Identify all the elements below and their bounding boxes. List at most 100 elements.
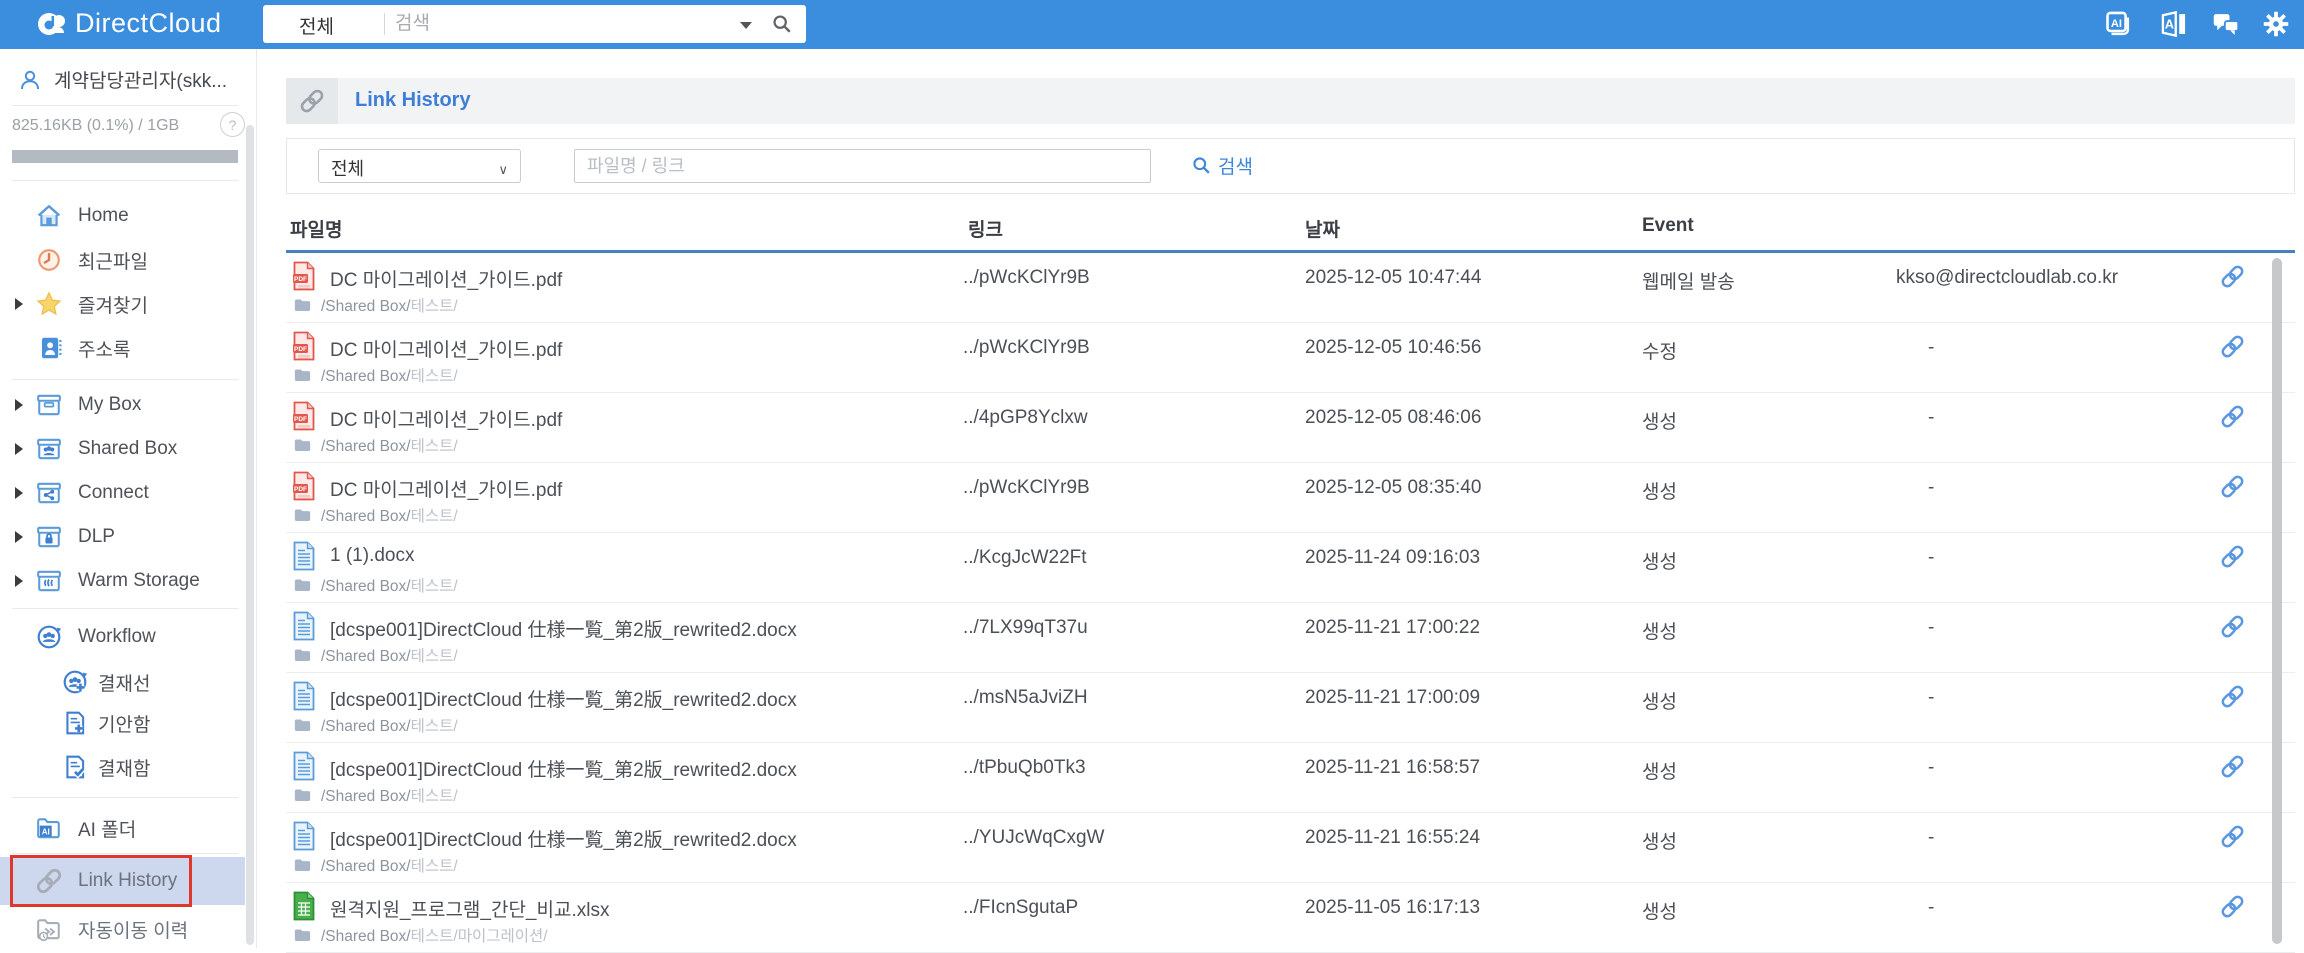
sidebar-item-label: Connect bbox=[78, 482, 149, 503]
docx-file-icon bbox=[292, 541, 316, 571]
table-scrollbar[interactable] bbox=[2272, 258, 2282, 944]
cloud-logo-icon bbox=[38, 12, 65, 35]
search-divider bbox=[384, 13, 385, 35]
sidebar-item-recent-files[interactable]: 최근파일 bbox=[0, 238, 245, 282]
sidebar-item-workflow[interactable]: Workflow bbox=[0, 615, 245, 659]
file-name[interactable]: 1 (1).docx bbox=[330, 545, 414, 567]
link-date: 2025-11-21 17:00:22 bbox=[1305, 617, 1481, 638]
expand-arrow-icon[interactable] bbox=[15, 399, 23, 411]
search-button-label: 검색 bbox=[1218, 157, 1253, 178]
ai-folder-icon: AI bbox=[37, 818, 60, 839]
file-name[interactable]: DC 마이그레이션_가이드.pdf bbox=[330, 265, 562, 292]
sidebar-item-auto-move-history[interactable]: 자동이동 이력 bbox=[0, 907, 245, 951]
directcloud-logo[interactable]: DirectCloud bbox=[36, 8, 222, 39]
connect-box-icon bbox=[37, 482, 61, 504]
link-icon[interactable] bbox=[2219, 403, 2246, 430]
file-path: /Shared Box/테스트/ bbox=[294, 294, 458, 316]
sidebar-item-shared-box[interactable]: Shared Box bbox=[0, 427, 245, 471]
table-row: DC 마이그레이션_가이드.pdf /Shared Box/테스트/ ../pW… bbox=[286, 323, 2295, 393]
link-date: 2025-12-05 08:35:40 bbox=[1305, 477, 1482, 498]
sidebar-item-connect[interactable]: Connect bbox=[0, 471, 245, 515]
filter-scope-select[interactable]: 전체 ∨ bbox=[318, 149, 521, 183]
sidebar-item-address-book[interactable]: 주소록 bbox=[0, 326, 245, 370]
link-icon[interactable] bbox=[2219, 543, 2246, 570]
file-name[interactable]: [dcspe001]DirectCloud 仕様一覧_第2版_rewrited2… bbox=[330, 685, 797, 712]
file-name[interactable]: [dcspe001]DirectCloud 仕様一覧_第2版_rewrited2… bbox=[330, 615, 797, 642]
svg-text:A: A bbox=[2165, 17, 2174, 32]
divider bbox=[12, 797, 238, 798]
folder-icon bbox=[294, 369, 311, 381]
user-account[interactable]: 계약담당관리자(skk... bbox=[18, 66, 227, 93]
file-name[interactable]: DC 마이그레이션_가이드.pdf bbox=[330, 475, 562, 502]
link-icon[interactable] bbox=[2219, 333, 2246, 360]
chat-icon[interactable] bbox=[2212, 10, 2240, 38]
file-name[interactable]: 원격지원_프로그램_간단_비교.xlsx bbox=[330, 895, 609, 922]
sidebar-item-approval-box[interactable]: 결재함 bbox=[0, 745, 245, 789]
sidebar-item-favorites[interactable]: 즐겨찾기 bbox=[0, 282, 245, 326]
table-row: [dcspe001]DirectCloud 仕様一覧_第2版_rewrited2… bbox=[286, 673, 2295, 743]
file-path: /Shared Box/테스트/마이그레이션/ bbox=[294, 924, 548, 946]
sidebar-item-warm-storage[interactable]: Warm Storage bbox=[0, 559, 245, 603]
expand-arrow-icon[interactable] bbox=[15, 575, 23, 587]
link-icon[interactable] bbox=[2219, 893, 2246, 920]
sidebar-item-ai-folder[interactable]: AI AI 폴더 bbox=[0, 806, 245, 850]
file-name[interactable]: DC 마이그레이션_가이드.pdf bbox=[330, 335, 562, 362]
ai-documents-icon[interactable]: AI bbox=[2104, 10, 2132, 38]
link-url: ../7LX99qT37u bbox=[963, 617, 1088, 638]
link-icon[interactable] bbox=[2219, 263, 2246, 290]
link-url: ../tPbuQb0Tk3 bbox=[963, 757, 1086, 778]
file-name[interactable]: DC 마이그레이션_가이드.pdf bbox=[330, 405, 562, 432]
user-name: 계약담당관리자(skk... bbox=[54, 71, 228, 92]
help-icon[interactable]: ? bbox=[220, 112, 245, 137]
sidebar-item-label: 결재함 bbox=[98, 758, 151, 780]
link-target: - bbox=[1928, 477, 1935, 498]
link-icon[interactable] bbox=[2219, 683, 2246, 710]
expand-arrow-icon[interactable] bbox=[15, 443, 23, 455]
file-name[interactable]: [dcspe001]DirectCloud 仕様一覧_第2版_rewrited2… bbox=[330, 755, 797, 782]
link-target: - bbox=[1928, 897, 1935, 918]
link-event: 생성 bbox=[1642, 552, 1677, 573]
link-icon[interactable] bbox=[2219, 473, 2246, 500]
expand-arrow-icon[interactable] bbox=[15, 298, 23, 310]
gear-icon[interactable] bbox=[2262, 10, 2290, 38]
page-icon-box bbox=[286, 78, 338, 124]
expand-arrow-icon[interactable] bbox=[15, 531, 23, 543]
global-search-input[interactable] bbox=[393, 8, 727, 40]
file-path: /Shared Box/테스트/ bbox=[294, 364, 458, 386]
sidebar-item-dlp[interactable]: DLP bbox=[0, 515, 245, 559]
filter-keyword-input[interactable] bbox=[574, 149, 1151, 183]
link-event: 생성 bbox=[1642, 482, 1677, 503]
link-event: 웹메일 발송 bbox=[1642, 272, 1735, 293]
link-url: ../KcgJcW22Ft bbox=[963, 547, 1087, 568]
search-button[interactable]: 검색 bbox=[1192, 152, 1253, 179]
filter-bar: 전체 ∨ 검색 bbox=[286, 138, 2295, 194]
sidebar-item-my-box[interactable]: My Box bbox=[0, 383, 245, 427]
link-icon[interactable] bbox=[2219, 753, 2246, 780]
link-icon[interactable] bbox=[2219, 823, 2246, 850]
auto-move-folder-icon bbox=[37, 919, 60, 942]
link-target: kkso@directcloudlab.co.kr bbox=[1896, 267, 2119, 288]
sidebar-item-draft-box[interactable]: 기안함 bbox=[0, 701, 245, 745]
sidebar-item-link-history[interactable]: Link History bbox=[0, 859, 245, 903]
divider bbox=[12, 853, 238, 854]
translate-icon[interactable]: A bbox=[2160, 10, 2188, 38]
filter-scope-value: 전체 bbox=[331, 159, 365, 179]
link-date: 2025-11-21 16:55:24 bbox=[1305, 827, 1481, 848]
file-name[interactable]: [dcspe001]DirectCloud 仕様一覧_第2版_rewrited2… bbox=[330, 825, 797, 852]
sidebar-item-approval-line[interactable]: 결재선 bbox=[0, 660, 245, 704]
link-url: ../YUJcWqCxgW bbox=[963, 827, 1105, 848]
link-url: ../pWcKClYr9B bbox=[963, 337, 1090, 358]
link-icon[interactable] bbox=[2219, 613, 2246, 640]
workflow-icon bbox=[37, 625, 62, 649]
link-target: - bbox=[1928, 407, 1935, 428]
link-url: ../4pGP8Yclxw bbox=[963, 407, 1088, 428]
link-date: 2025-11-21 16:58:57 bbox=[1305, 757, 1481, 778]
sidebar-item-home[interactable]: Home bbox=[0, 194, 245, 238]
sidebar-scrollbar[interactable] bbox=[246, 125, 254, 945]
xlsx-file-icon bbox=[292, 891, 316, 921]
link-target: - bbox=[1928, 337, 1935, 358]
search-scope-caret-icon[interactable] bbox=[740, 22, 752, 29]
search-icon[interactable] bbox=[772, 14, 792, 34]
search-scope-select[interactable]: 전체 bbox=[299, 12, 334, 39]
expand-arrow-icon[interactable] bbox=[15, 487, 23, 499]
